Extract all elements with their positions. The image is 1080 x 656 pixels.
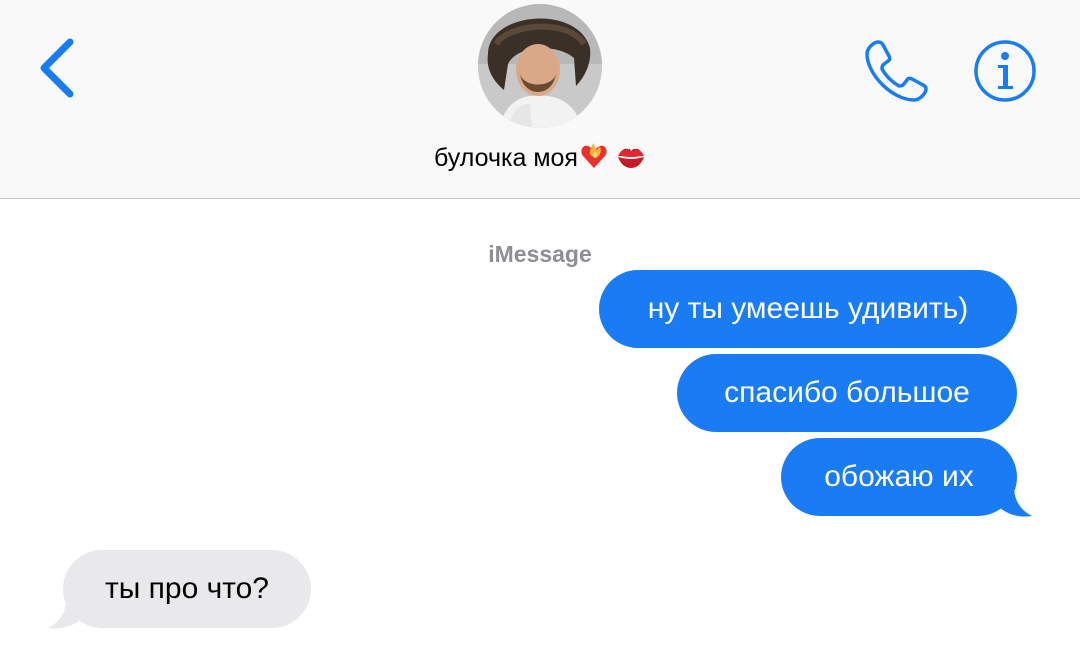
incoming-message-bubble[interactable]: ты про что? xyxy=(63,550,311,628)
incoming-bubble-tail xyxy=(48,598,82,629)
imessage-service-label: iMessage xyxy=(488,241,592,267)
chevron-left-icon xyxy=(40,38,74,98)
outgoing-message-bubble[interactable]: спасибо большое xyxy=(677,354,1017,432)
outgoing-bubble-tail xyxy=(998,486,1032,517)
info-icon xyxy=(974,40,1036,102)
call-button[interactable] xyxy=(862,38,930,104)
back-button[interactable] xyxy=(34,36,84,100)
avatar-photo xyxy=(478,4,602,128)
phone-icon xyxy=(865,40,928,102)
outgoing-message-bubble[interactable]: ну ты умеешь удивить) xyxy=(599,270,1017,348)
info-button[interactable] xyxy=(972,38,1038,104)
outgoing-message-bubble[interactable]: обожаю их xyxy=(781,438,1017,516)
contact-avatar[interactable] xyxy=(478,4,602,128)
contact-name[interactable]: булочка моя xyxy=(0,142,1080,177)
heart-on-fire-emoji xyxy=(580,142,608,177)
kiss-mark-emoji xyxy=(616,144,646,177)
contact-name-text: булочка моя xyxy=(434,144,578,172)
navigation-header: булочка моя xyxy=(0,0,1080,199)
